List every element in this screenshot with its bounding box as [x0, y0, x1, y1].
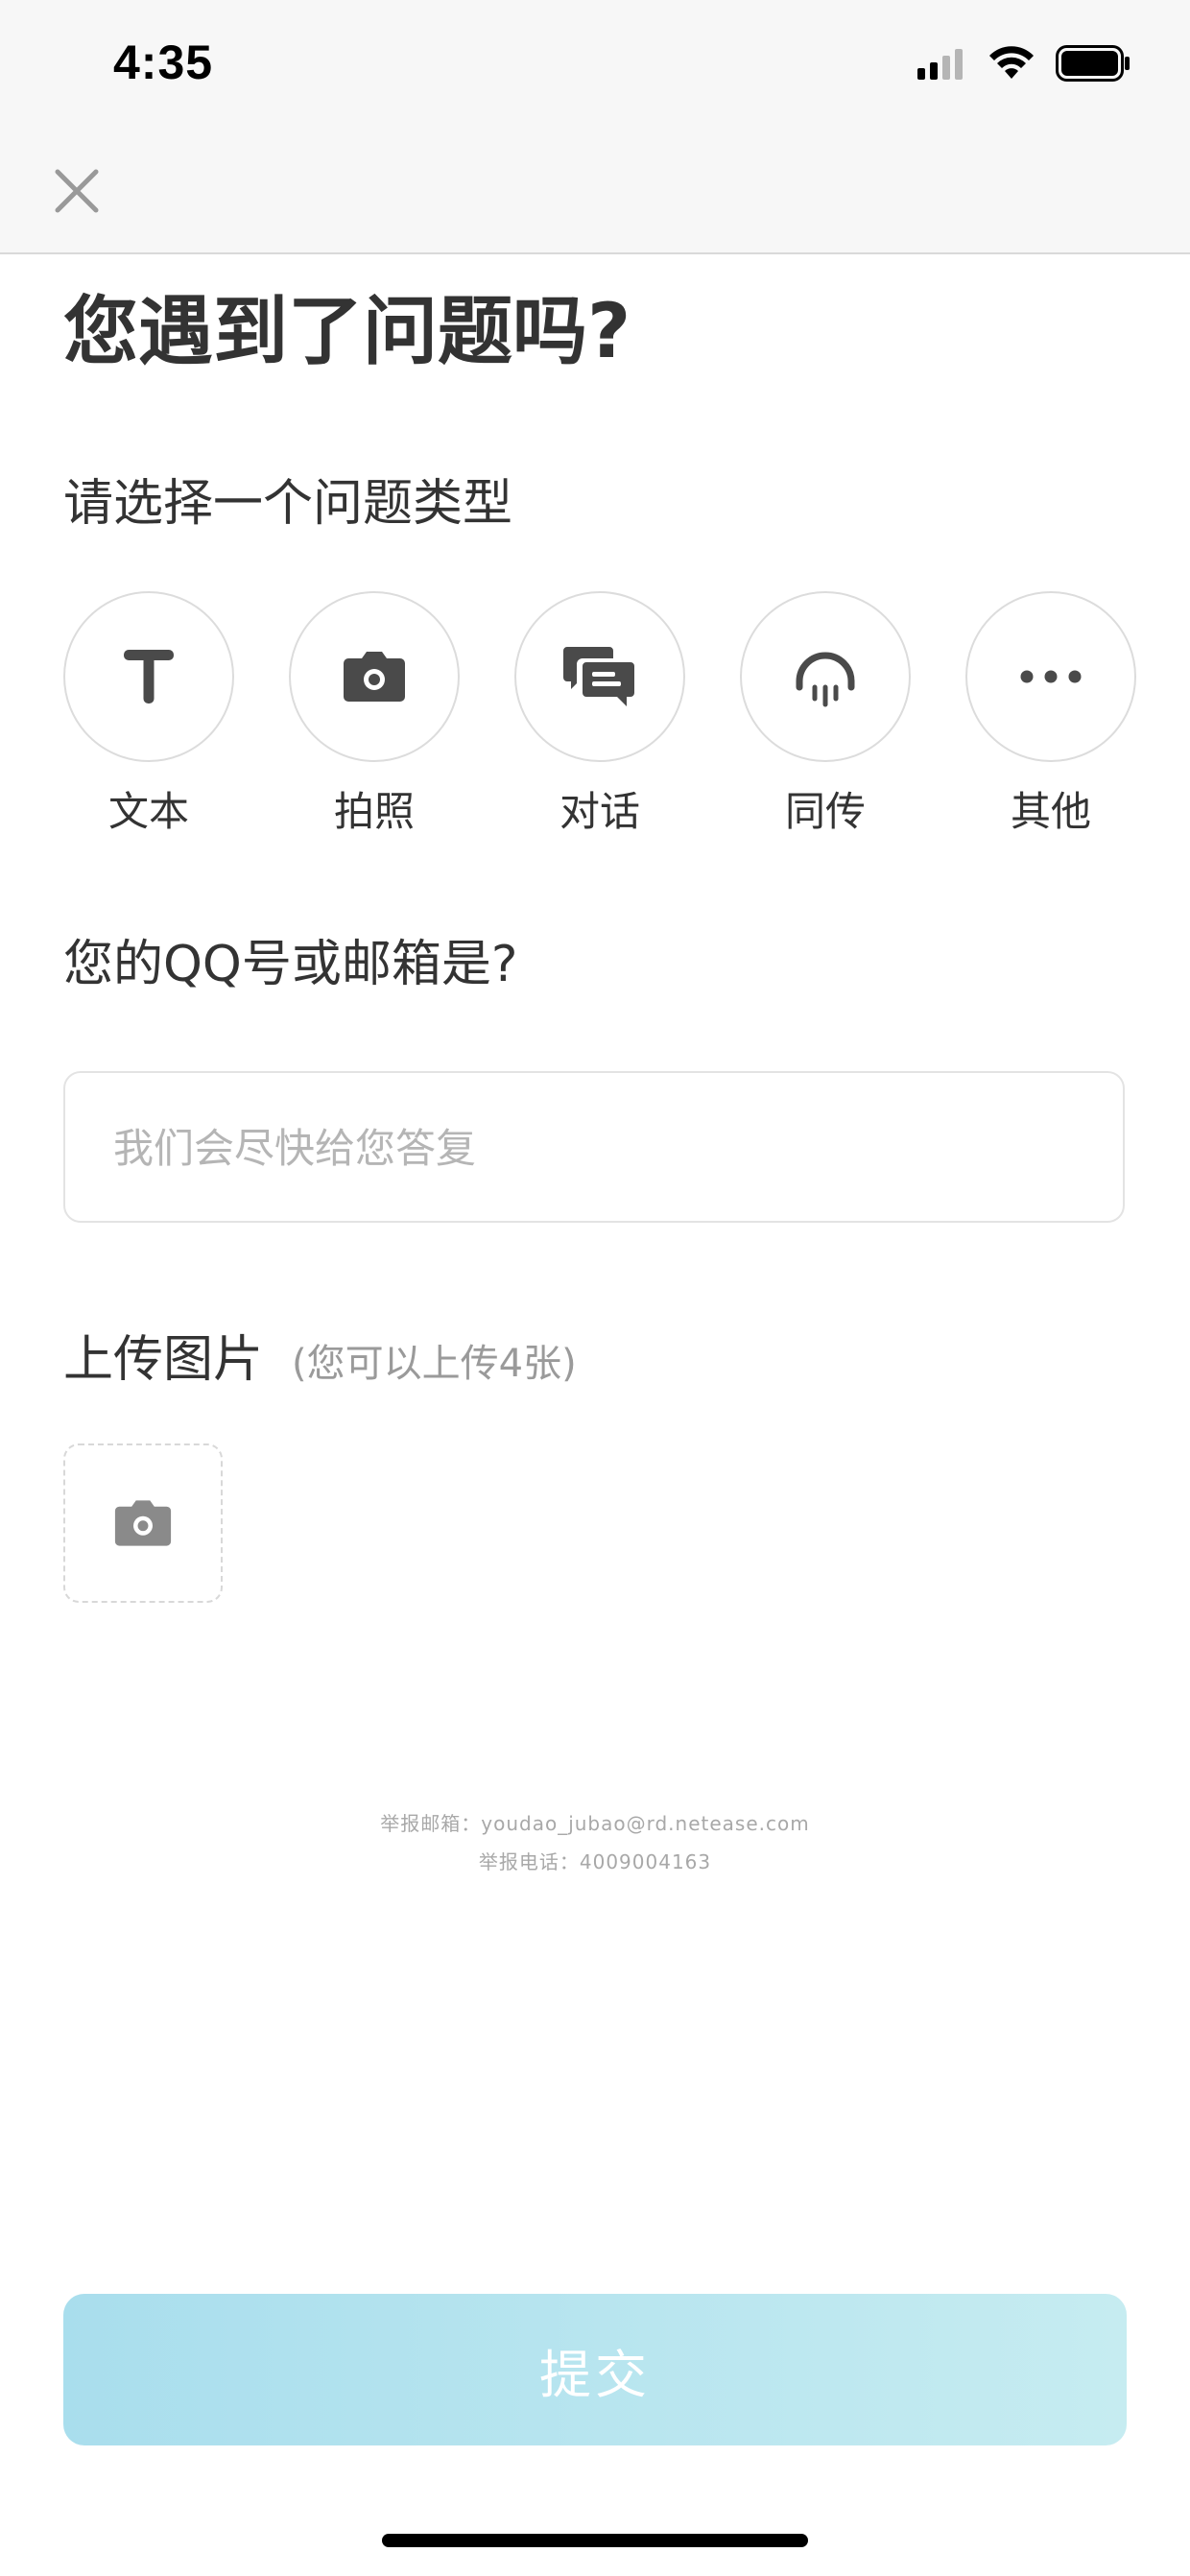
- more-icon: [1020, 670, 1082, 683]
- type-label: 拍照: [333, 788, 415, 835]
- battery-icon: [1056, 45, 1130, 82]
- submit-button[interactable]: 提交: [63, 2294, 1127, 2445]
- wifi-icon: [989, 46, 1034, 79]
- simultaneous-interpretation-icon: [796, 652, 855, 707]
- nav-bar: [0, 130, 1190, 254]
- type-option-simultaneous[interactable]: 同传: [740, 591, 911, 841]
- chat-icon: [563, 647, 634, 706]
- upload-title-row: 上传图片 (您可以上传4张): [63, 1319, 577, 1395]
- problem-type-label: 请选择一个问题类型: [63, 475, 513, 533]
- contact-input[interactable]: [111, 1073, 1075, 1223]
- type-option-photo[interactable]: 拍照: [289, 591, 460, 841]
- type-option-text[interactable]: 文本: [63, 591, 234, 841]
- problem-type-options: 文本 拍照 对话 同传 其他: [63, 591, 1138, 841]
- type-circle: [965, 591, 1136, 762]
- report-phone: 举报电话：4009004163: [478, 1850, 712, 1873]
- type-label: 同传: [784, 788, 866, 835]
- upload-title: 上传图片: [63, 1331, 264, 1389]
- upload-hint: (您可以上传4张): [292, 1342, 577, 1386]
- report-email: 举报邮箱：youdao_jubao@rd.netease.com: [380, 1812, 810, 1835]
- type-label: 文本: [107, 788, 189, 835]
- type-circle: [740, 591, 911, 762]
- type-circle: [63, 591, 234, 762]
- camera-icon: [344, 652, 405, 702]
- close-icon: [55, 169, 99, 213]
- camera-icon: [114, 1500, 172, 1546]
- status-time: 4:35: [113, 36, 214, 89]
- type-circle: [289, 591, 460, 762]
- type-label: 对话: [559, 788, 640, 835]
- text-icon: [124, 650, 174, 704]
- type-circle: [514, 591, 685, 762]
- type-option-other[interactable]: 其他: [965, 591, 1136, 841]
- type-option-chat[interactable]: 对话: [514, 591, 685, 841]
- type-label: 其他: [1010, 788, 1091, 835]
- close-button[interactable]: [50, 164, 104, 218]
- cellular-signal-icon: [917, 49, 963, 80]
- contact-label: 您的QQ号或邮箱是?: [63, 936, 518, 993]
- status-bar: 4:35: [0, 0, 1190, 130]
- home-indicator: [382, 2534, 808, 2547]
- contact-input-box: [63, 1071, 1125, 1223]
- upload-image-button[interactable]: [63, 1443, 223, 1603]
- page-title: 您遇到了问题吗?: [63, 289, 631, 375]
- status-icons: [917, 44, 1130, 83]
